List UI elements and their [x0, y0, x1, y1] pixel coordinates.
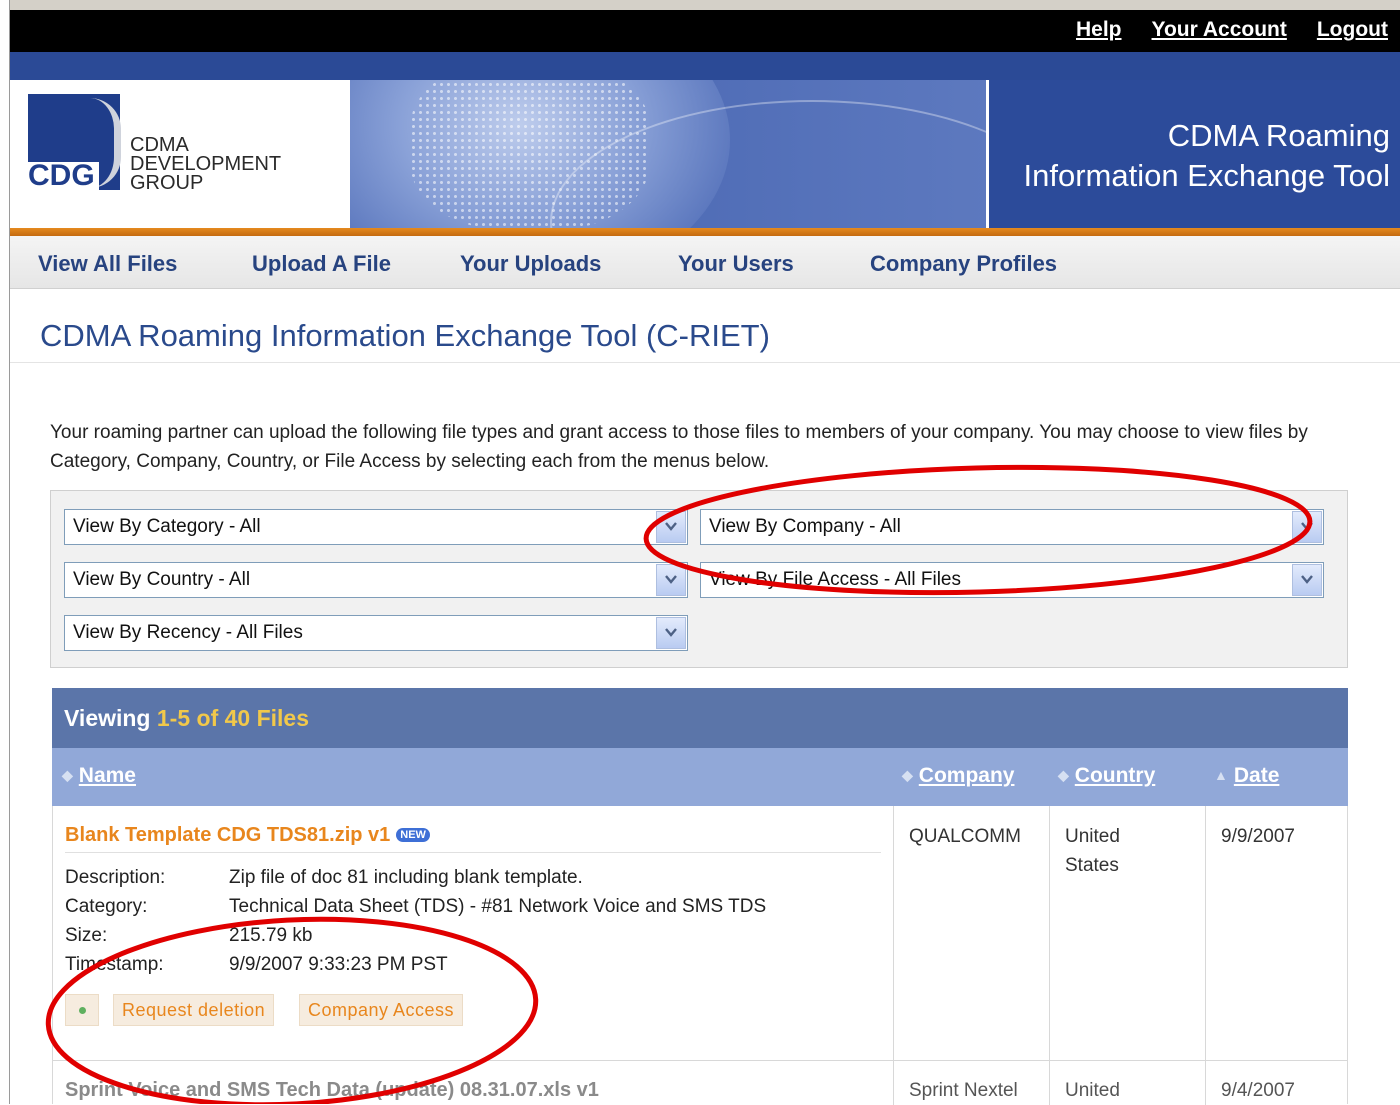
description-label: Description: [65, 867, 166, 888]
banner: CDG CDMA DEVELOPMENT GROUP CDMA Roaming … [10, 80, 1400, 228]
column-country[interactable]: ◆ Country [1058, 764, 1155, 788]
column-divider [1049, 1061, 1050, 1105]
new-badge: NEW [396, 828, 430, 842]
file-access-select[interactable]: View By File Access - All Files [700, 562, 1324, 598]
nav-your-users[interactable]: Your Users [678, 251, 794, 277]
logo-abbr: CDG [24, 161, 99, 191]
category-value: Technical Data Sheet (TDS) - #81 Network… [229, 896, 767, 917]
files-table-header: Viewing 1-5 of 40 Files [52, 688, 1348, 748]
column-divider [893, 806, 894, 1060]
recency-select[interactable]: View By Recency - All Files [64, 615, 688, 651]
country-cell: United States [1065, 822, 1120, 880]
viewing-count: Viewing 1-5 of 40 Files [64, 705, 309, 732]
nav-upload-a-file[interactable]: Upload A File [252, 251, 391, 277]
column-headers: ◆ Name ◆ Company ◆ Country ▲ Date [52, 748, 1348, 806]
sort-icon: ◆ [1058, 767, 1069, 783]
country-select[interactable]: View By Country - All [64, 562, 688, 598]
page-title: CDMA Roaming Information Exchange Tool (… [40, 318, 770, 353]
column-divider [1205, 806, 1206, 1060]
size-value: 215.79 kb [229, 925, 313, 946]
column-name[interactable]: ◆ Name [62, 764, 136, 788]
description-value: Zip file of doc 81 including blank templ… [229, 867, 583, 888]
recency-select-value: View By Recency - All Files [73, 622, 303, 643]
help-link[interactable]: Help [1076, 18, 1122, 42]
company-select-value: View By Company - All [709, 516, 901, 537]
banner-title-line-2: Information Exchange Tool [1023, 158, 1391, 193]
timestamp-label: Timestamp: [65, 954, 164, 975]
timestamp-value: 9/9/2007 9:33:23 PM PST [229, 954, 448, 975]
country-line-1: United [1065, 826, 1120, 847]
chevron-down-icon[interactable] [656, 617, 686, 649]
main-nav: View All Files Upload A File Your Upload… [10, 236, 1400, 289]
banner-title-line-1: CDMA Roaming [1167, 118, 1390, 153]
chevron-down-icon[interactable] [656, 511, 686, 543]
column-country-label: Country [1074, 764, 1156, 787]
country-cell: United [1065, 1080, 1120, 1101]
window-top-strip [0, 0, 1400, 10]
chevron-down-icon[interactable] [656, 564, 686, 596]
column-name-label: Name [78, 764, 136, 787]
category-label: Category: [65, 896, 148, 917]
status-dot-icon [65, 994, 99, 1026]
request-deletion-button[interactable]: Request deletion [113, 994, 275, 1026]
file-access-select-value: View By File Access - All Files [709, 569, 962, 590]
chevron-down-icon[interactable] [1292, 564, 1322, 596]
your-account-link[interactable]: Your Account [1152, 18, 1287, 42]
filter-panel: View By Category - All View By Company -… [50, 490, 1348, 668]
top-bar: Help Your Account Logout [10, 10, 1400, 52]
company-access-button[interactable]: Company Access [299, 994, 464, 1026]
top-links: Help Your Account Logout [1076, 18, 1388, 42]
size-label: Size: [65, 925, 108, 946]
viewing-label: Viewing [64, 705, 151, 731]
sort-up-icon: ▲ [1214, 767, 1228, 783]
header-stripe [10, 52, 1400, 80]
nav-view-all-files[interactable]: View All Files [38, 251, 177, 277]
date-cell: 9/4/2007 [1221, 1080, 1295, 1101]
window-left-edge [0, 0, 10, 1104]
meta-values: Zip file of doc 81 including blank templ… [229, 863, 766, 979]
logout-link[interactable]: Logout [1317, 18, 1388, 42]
column-company-label: Company [918, 764, 1015, 787]
chevron-down-icon[interactable] [1292, 511, 1322, 543]
meta-labels: Description: Category: Size: Timestamp: [65, 863, 165, 979]
company-select[interactable]: View By Company - All [700, 509, 1324, 545]
logo-line-3: GROUP [130, 172, 204, 194]
category-select-value: View By Category - All [73, 516, 261, 537]
nav-company-profiles[interactable]: Company Profiles [870, 251, 1057, 277]
column-date[interactable]: ▲ Date [1214, 764, 1279, 788]
table-row: Blank Template CDG TDS81.zip v1 NEW Descr… [52, 806, 1348, 1060]
column-date-label: Date [1233, 764, 1280, 787]
sort-icon: ◆ [62, 767, 73, 783]
country-line-2: States [1065, 855, 1119, 876]
column-company[interactable]: ◆ Company [902, 764, 1014, 788]
column-divider [893, 1061, 894, 1105]
file-name-link[interactable]: Blank Template CDG TDS81.zip v1 NEW [65, 824, 430, 847]
table-row: Sprint Voice and SMS Tech Data (update) … [52, 1060, 1348, 1105]
header-orange-rule [10, 228, 1400, 236]
category-select[interactable]: View By Category - All [64, 509, 688, 545]
file-name-divider [65, 852, 881, 853]
intro-text: Your roaming partner can upload the foll… [50, 422, 1308, 472]
logo-text: CDMA DEVELOPMENT GROUP [130, 135, 281, 194]
column-divider [1205, 1061, 1206, 1105]
file-name: Blank Template CDG TDS81.zip v1 [65, 824, 391, 846]
file-name-link[interactable]: Sprint Voice and SMS Tech Data (update) … [65, 1079, 599, 1102]
date-cell: 9/9/2007 [1221, 826, 1295, 847]
title-divider [10, 362, 1400, 363]
viewing-range: 1-5 of 40 Files [156, 705, 310, 731]
sort-icon: ◆ [902, 767, 913, 783]
column-divider [1049, 806, 1050, 1060]
company-cell: Sprint Nextel [909, 1080, 1018, 1101]
nav-your-uploads[interactable]: Your Uploads [460, 251, 601, 277]
company-cell: QUALCOMM [909, 826, 1021, 847]
country-select-value: View By Country - All [73, 569, 251, 590]
banner-title: CDMA Roaming Information Exchange Tool [986, 80, 1400, 228]
globe-image [350, 80, 990, 228]
